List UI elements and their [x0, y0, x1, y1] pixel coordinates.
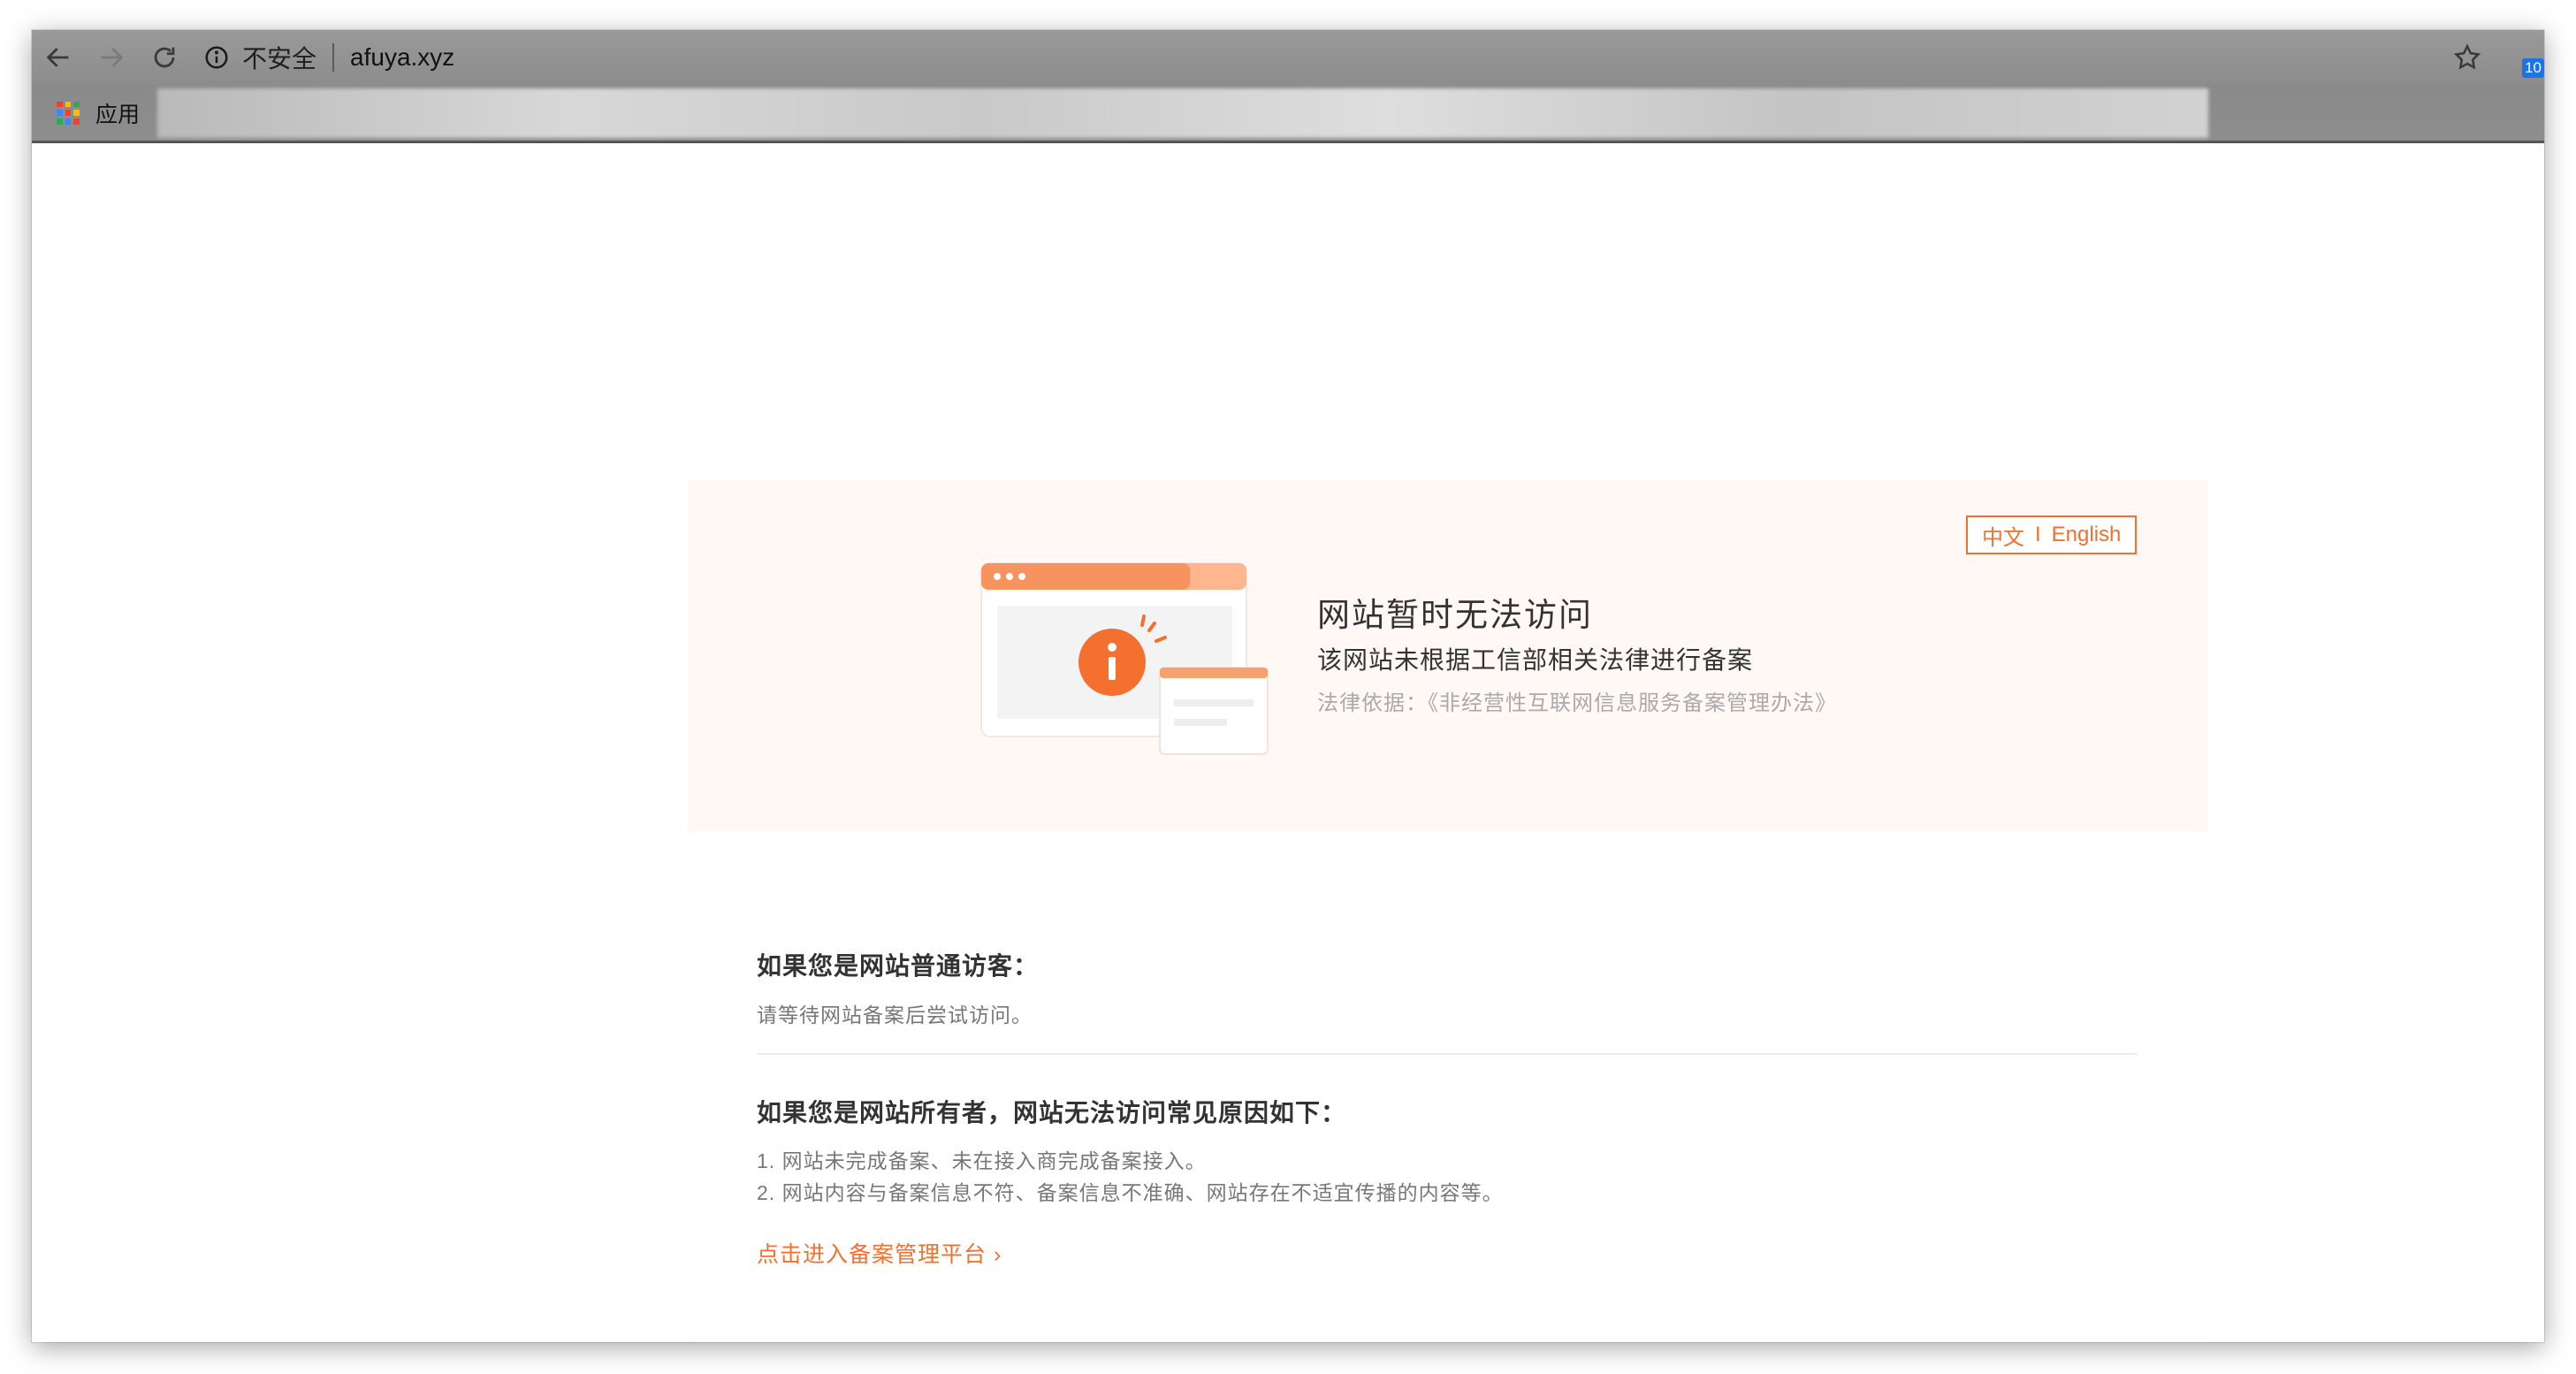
notice-title: 网站暂时无法访问 — [1317, 597, 1593, 633]
page-viewport: 中文 I English 网站暂时无法访问 该网站未根据工信部相关法律进行备案 … — [32, 146, 2544, 1342]
arrow-left-icon — [46, 48, 69, 67]
extension-badge-count: 10 — [2522, 58, 2544, 78]
back-button[interactable] — [32, 30, 85, 85]
bookmark-star-icon[interactable] — [2452, 42, 2482, 73]
browser-info-illustration-icon — [980, 562, 1269, 755]
list-item: 2. 网站内容与备案信息不符、备案信息不准确、网站存在不适宜传播的内容等。 — [757, 1181, 1504, 1204]
language-switcher: 中文 I English — [1966, 515, 2138, 554]
visitor-heading: 如果您是网站普通访客： — [757, 952, 1040, 980]
forward-button[interactable] — [85, 30, 138, 85]
bookmarks-bar: 应用 — [32, 85, 2544, 143]
lang-zh-option[interactable]: 中文 — [1982, 520, 2024, 551]
list-item: 1. 网站未完成备案、未在接入商完成备案接入。 — [757, 1149, 1207, 1172]
apps-label: 应用 — [95, 102, 141, 127]
address-separator — [332, 43, 335, 72]
owner-section: 如果您是网站所有者，网站无法访问常见原因如下： 1. 网站未完成备案、未在接入商… — [757, 1094, 2138, 1209]
filing-platform-link[interactable]: 点击进入备案管理平台 › — [757, 1237, 1002, 1269]
browser-toolbar: 不安全 afuya.xyz 10 — [32, 30, 2544, 85]
bottom-rule — [688, 1341, 2208, 1342]
reason-list: 1. 网站未完成备案、未在接入商完成备案接入。 2. 网站内容与备案信息不符、备… — [757, 1145, 2138, 1209]
security-label[interactable]: 不安全 — [242, 40, 316, 75]
reload-icon — [154, 47, 175, 68]
blurred-bookmarks — [157, 88, 2208, 138]
apps-shortcut[interactable]: 应用 — [32, 84, 157, 142]
legal-basis: 法律依据：《非经营性互联网信息服务备案管理办法》 — [1317, 691, 1837, 715]
apps-grid-icon — [57, 101, 80, 125]
section-divider — [757, 1053, 2138, 1055]
browser-window: 不安全 afuya.xyz 10 应用 中文 I English 网站暂时无法访… — [32, 30, 2544, 1342]
url-text[interactable]: afuya.xyz — [350, 43, 454, 72]
screen: 不安全 afuya.xyz 10 应用 中文 I English 网站暂时无法访… — [0, 0, 2576, 1374]
notice-subtitle: 该网站未根据工信部相关法律进行备案 — [1317, 646, 1754, 674]
reload-button[interactable] — [138, 30, 191, 85]
notice-banner: 中文 I English 网站暂时无法访问 该网站未根据工信部相关法律进行备案 … — [688, 480, 2208, 832]
lang-en-option[interactable]: English — [2052, 523, 2122, 547]
owner-heading: 如果您是网站所有者，网站无法访问常见原因如下： — [757, 1099, 1347, 1126]
info-icon[interactable] — [203, 44, 230, 71]
arrow-right-icon — [101, 48, 124, 67]
extension-button[interactable]: 10 — [2518, 42, 2544, 78]
address-bar[interactable]: 不安全 afuya.xyz — [203, 30, 454, 85]
visitor-text: 请等待网站备案后尝试访问。 — [757, 1004, 1033, 1027]
visitor-section: 如果您是网站普通访客： 请等待网站备案后尝试访问。 — [757, 947, 2138, 1028]
lang-separator: I — [2035, 523, 2041, 546]
